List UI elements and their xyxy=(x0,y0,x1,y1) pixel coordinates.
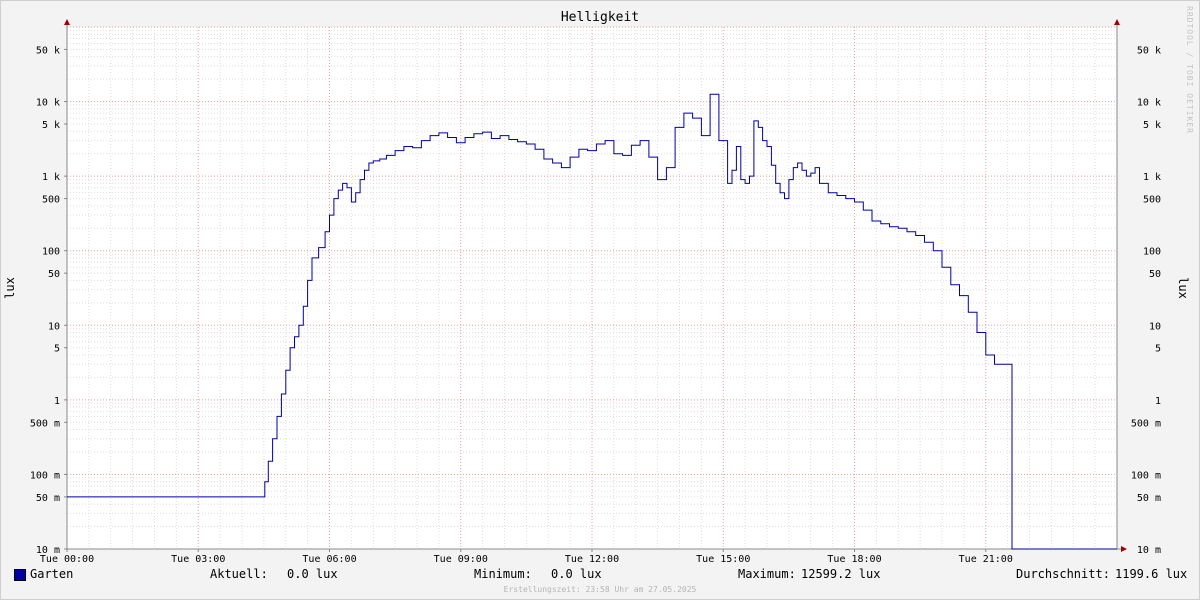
y-tick-label-left: 5 k xyxy=(42,120,60,131)
y-axis-arrow-left xyxy=(64,19,70,25)
y-tick-label-right: 1 xyxy=(1155,396,1161,407)
y-tick-label-left: 10 k xyxy=(36,98,60,109)
average-label: Durchschnitt: xyxy=(1016,567,1110,581)
y-tick-label-left: 50 m xyxy=(36,493,60,504)
y-tick-label-left: 1 xyxy=(54,396,60,407)
current-value: 0.0 lux xyxy=(287,567,338,581)
y-axis-label-left: lux xyxy=(3,277,17,299)
x-tick-label: Tue 03:00 xyxy=(171,554,225,565)
x-axis-arrow xyxy=(1121,546,1127,552)
legend-swatch-garten xyxy=(14,569,26,581)
x-tick-label: Tue 21:00 xyxy=(959,554,1013,565)
y-tick-label-right: 5 k xyxy=(1143,120,1161,131)
minimum-label: Minimum: xyxy=(474,567,532,581)
legend: Garten Aktuell: 0.0 lux Minimum: 0.0 lux… xyxy=(0,566,1200,584)
y-axis-label-right: lux xyxy=(1176,277,1190,299)
y-tick-label-right: 1 k xyxy=(1143,172,1161,183)
y-tick-label-left: 50 k xyxy=(36,45,60,56)
y-tick-label-left: 500 xyxy=(42,195,60,206)
x-tick-label: Tue 09:00 xyxy=(434,554,488,565)
maximum-label: Maximum: xyxy=(738,567,796,581)
y-tick-label-left: 50 xyxy=(48,269,60,280)
y-tick-label-right: 10 xyxy=(1149,321,1161,332)
y-tick-label-left: 100 xyxy=(42,247,60,258)
average-value: 1199.6 lux xyxy=(1115,567,1188,581)
y-tick-label-right: 10 k xyxy=(1137,98,1161,109)
y-tick-label-left: 5 xyxy=(54,344,60,355)
y-tick-label-right: 100 m xyxy=(1131,470,1161,481)
maximum-value: 12599.2 lux xyxy=(801,567,881,581)
minimum-value: 0.0 lux xyxy=(551,567,602,581)
y-tick-label-right: 50 m xyxy=(1137,493,1161,504)
y-tick-label-right: 500 m xyxy=(1131,418,1161,429)
x-tick-label: Tue 00:00 xyxy=(40,554,94,565)
x-tick-label: Tue 06:00 xyxy=(302,554,356,565)
x-tick-label: Tue 12:00 xyxy=(565,554,619,565)
current-label: Aktuell: xyxy=(210,567,268,581)
y-tick-label-right: 50 xyxy=(1149,269,1161,280)
y-tick-label-left: 500 m xyxy=(30,418,60,429)
creation-time-footer: Erstellungszeit: 23:58 Uhr am 27.05.2025 xyxy=(503,585,697,594)
y-tick-label-right: 500 xyxy=(1143,195,1161,206)
y-axis-arrow-right xyxy=(1114,19,1120,25)
y-tick-label-right: 5 xyxy=(1155,344,1161,355)
x-tick-label: Tue 15:00 xyxy=(696,554,750,565)
y-tick-label-left: 100 m xyxy=(30,470,60,481)
y-tick-label-right: 10 m xyxy=(1137,545,1161,556)
y-tick-label-right: 50 k xyxy=(1137,45,1161,56)
chart-canvas: 10 m 10 m50 m 50 m100 m 100 m500 m 500 m1 15 5… xyxy=(3,19,1190,565)
y-tick-label-left: 1 k xyxy=(42,172,60,183)
y-tick-label-right: 100 xyxy=(1143,247,1161,258)
y-tick-label-left: 10 xyxy=(48,321,60,332)
x-tick-label: Tue 18:00 xyxy=(827,554,881,565)
legend-series-name: Garten xyxy=(30,567,74,581)
